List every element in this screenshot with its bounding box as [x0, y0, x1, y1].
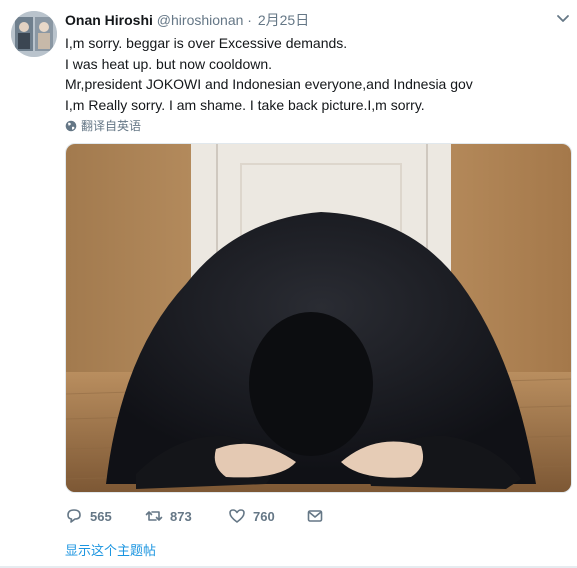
retweet-button[interactable]: 873 [145, 507, 192, 525]
show-thread-link[interactable]: 显示这个主题帖 [65, 540, 156, 559]
retweet-count: 873 [170, 508, 192, 524]
tweet-card: Onan Hiroshi @hiroshionan · 2月25日 I,m so… [0, 0, 577, 568]
tweet-photo[interactable] [65, 143, 572, 493]
header-separator: · [247, 12, 252, 28]
translate-link[interactable]: 翻译自英语 [65, 117, 141, 134]
envelope-icon [307, 510, 323, 522]
tweet-line: I,m sorry. beggar is over Excessive dema… [65, 35, 348, 51]
heart-icon [229, 509, 245, 523]
reply-count: 565 [90, 508, 112, 524]
user-name[interactable]: Onan Hiroshi [65, 12, 153, 28]
reply-icon [67, 509, 81, 523]
like-count: 760 [253, 508, 275, 524]
retweet-icon [145, 511, 163, 521]
direct-message-button[interactable] [306, 507, 324, 525]
tweet-line: I,m Really sorry. I am shame. I take bac… [65, 96, 425, 113]
tweet-actions: 565 873 760 [65, 507, 365, 529]
avatar-image [11, 11, 57, 57]
reply-button[interactable]: 565 [65, 507, 112, 525]
avatar[interactable] [11, 11, 57, 57]
chevron-down-icon[interactable] [556, 14, 570, 24]
user-handle[interactable]: @hiroshionan [157, 12, 244, 28]
tweet-date[interactable]: 2月25日 [258, 12, 309, 28]
tweet-line: Mr,president JOKOWI and Indonesian every… [65, 76, 473, 92]
translate-label: 翻译自英语 [81, 119, 142, 133]
like-button[interactable]: 760 [228, 507, 275, 525]
tweet-line: I was heat up. but now cooldown. [65, 55, 273, 72]
photo-bowing-person [66, 144, 571, 492]
globe-icon [65, 120, 77, 131]
tweet-header: Onan Hiroshi @hiroshionan · 2月25日 [65, 10, 309, 30]
tweet-text: I,m sorry. beggar is over Excessive dema… [65, 33, 565, 115]
